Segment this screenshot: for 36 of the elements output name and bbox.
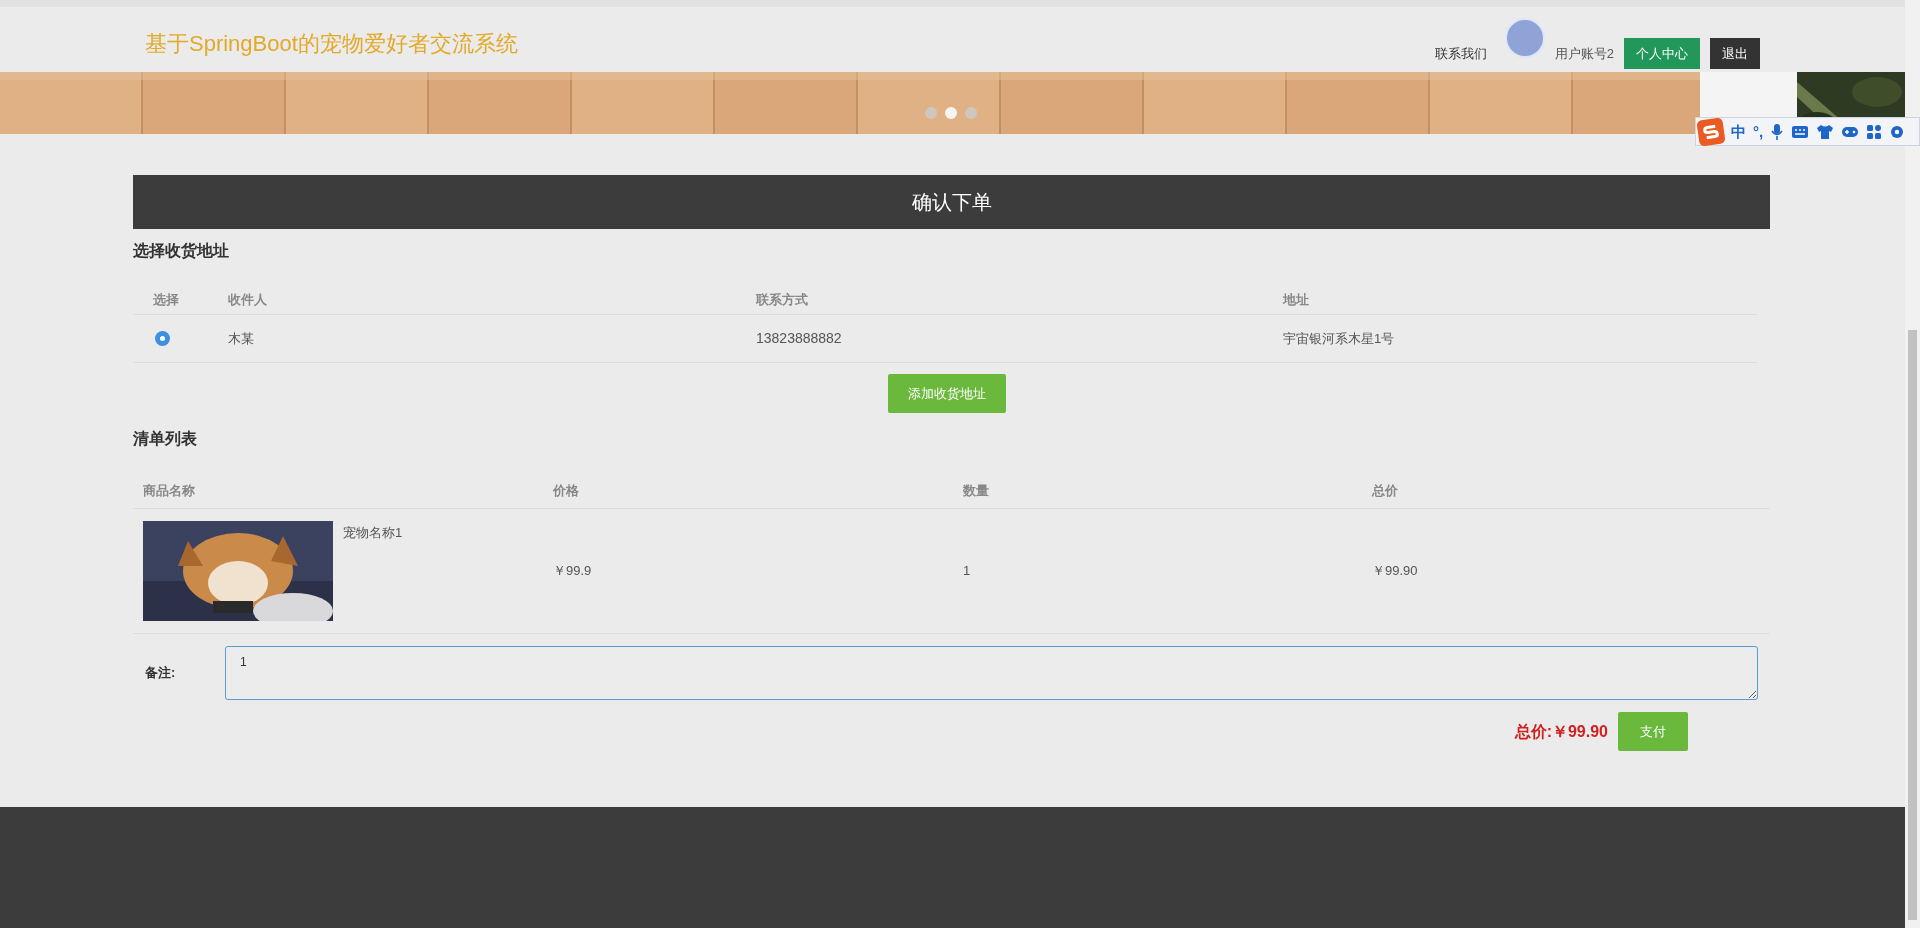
section-title: 清单列表 bbox=[133, 429, 198, 449]
table-cell-text: 1 bbox=[963, 562, 972, 581]
contact-link[interactable]: 联系我们 bbox=[1434, 43, 1487, 63]
username: 用户账号2 bbox=[1554, 44, 1614, 63]
personal-center-button[interactable]: 个人中心 bbox=[1624, 38, 1700, 69]
gamepad-icon[interactable] bbox=[1841, 124, 1860, 139]
section-title: 选择收货地址 bbox=[133, 241, 230, 262]
column-header: 价格 bbox=[553, 481, 580, 500]
punctuation-toggle[interactable]: °, bbox=[1753, 124, 1764, 139]
grid-icon[interactable] bbox=[1866, 123, 1883, 140]
page-title: 确认下单 bbox=[911, 190, 992, 215]
shirt-icon[interactable] bbox=[1816, 123, 1835, 140]
note-field[interactable]: 1 bbox=[225, 646, 1758, 700]
column-header: 商品名称 bbox=[143, 481, 196, 500]
keyboard-icon[interactable] bbox=[1791, 124, 1810, 139]
input-mode-toggle[interactable]: 中 bbox=[1731, 124, 1746, 139]
table-cell-text: ￥99.9 bbox=[553, 562, 593, 581]
site-title: 基于SpringBoot的宠物爱好者交流系统 bbox=[145, 30, 518, 58]
column-header: 数量 bbox=[963, 481, 990, 500]
sogou-logo-icon[interactable] bbox=[1696, 116, 1726, 147]
column-header: 总价 bbox=[1372, 481, 1399, 500]
column-header: 联系方式 bbox=[756, 290, 809, 309]
radio-button[interactable] bbox=[155, 331, 170, 346]
total-price: 总价:￥99.90 bbox=[1514, 721, 1608, 742]
product-name: 宠物名称1 bbox=[343, 524, 403, 542]
table-cell-text: 木某 bbox=[228, 329, 255, 348]
microphone-icon[interactable] bbox=[1770, 122, 1785, 141]
column-header: 收件人 bbox=[228, 290, 268, 309]
table-cell-text: 宇宙银河系木星1号 bbox=[1283, 329, 1396, 348]
logout-button[interactable]: 退出 bbox=[1710, 38, 1760, 69]
note-label: 备注: bbox=[144, 664, 177, 683]
table-cell-text: ￥99.90 bbox=[1372, 562, 1419, 581]
column-header: 地址 bbox=[1283, 290, 1310, 309]
table-cell-text: 13823888882 bbox=[756, 329, 843, 348]
column-header: 选择 bbox=[153, 290, 180, 309]
settings-icon[interactable] bbox=[1889, 123, 1906, 140]
